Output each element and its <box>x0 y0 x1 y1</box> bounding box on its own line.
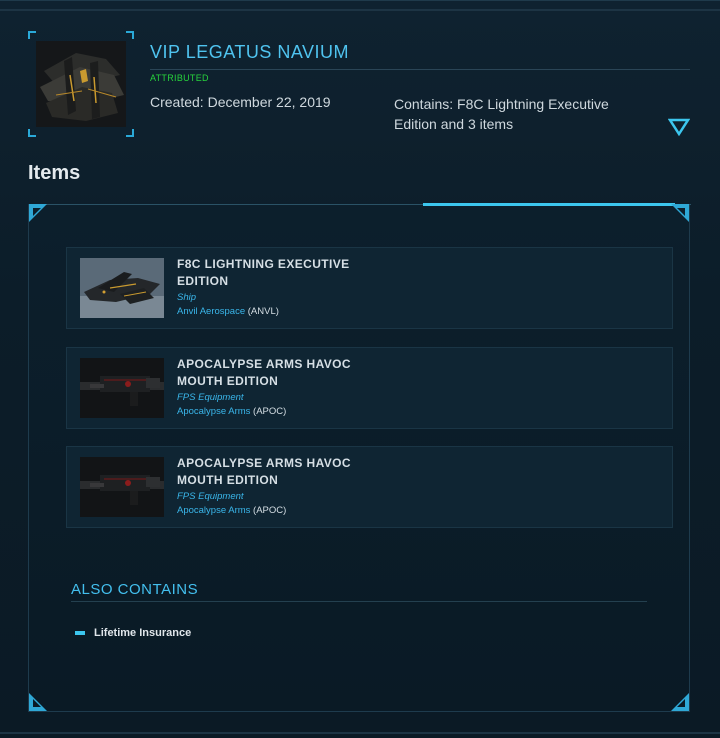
triangle-down-icon <box>667 118 691 137</box>
weapon-icon <box>80 457 164 517</box>
also-contains-divider <box>71 601 647 602</box>
corner-bracket-cutout <box>33 208 41 216</box>
also-contains-label: Lifetime Insurance <box>94 627 192 639</box>
item-card[interactable]: APOCALYPSE ARMS HAVOC MOUTH EDITION FPS … <box>66 347 673 429</box>
top-divider <box>0 9 720 11</box>
created-date: Created: December 22, 2019 <box>150 94 331 110</box>
package-title: VIP LEGATUS NAVIUM <box>150 42 350 62</box>
manufacturer-code: (APOC) <box>253 406 287 417</box>
ship-render-icon <box>36 41 126 127</box>
bottom-divider <box>0 732 720 734</box>
manufacturer-code: (APOC) <box>253 505 287 516</box>
weapon-icon <box>80 358 164 418</box>
item-type: Ship <box>177 292 197 303</box>
corner-bracket-cutout <box>677 208 685 216</box>
item-type: FPS Equipment <box>177 491 244 502</box>
item-type: FPS Equipment <box>177 392 244 403</box>
item-name: F8C LIGHTNING EXECUTIVE EDITION <box>177 257 350 288</box>
ship-icon <box>80 258 164 318</box>
items-heading: Items <box>28 162 81 184</box>
dash-bullet-icon <box>75 631 85 635</box>
package-thumbnail[interactable] <box>28 31 134 137</box>
panel-accent-bar <box>423 203 675 206</box>
manufacturer-name: Apocalypse Arms <box>177 505 251 516</box>
item-manufacturer: Anvil Aerospace (ANVL) <box>177 306 279 317</box>
item-manufacturer: Apocalypse Arms (APOC) <box>177 505 286 516</box>
frame-corner <box>126 31 134 39</box>
manufacturer-code: (ANVL) <box>247 306 279 317</box>
pledge-item-page: VIP LEGATUS NAVIUM ATTRIBUTED Created: D… <box>0 0 720 738</box>
contains-summary: Contains: F8C Lightning Executive Editio… <box>394 96 609 132</box>
collapse-toggle-button[interactable] <box>667 117 691 137</box>
item-card[interactable]: F8C LIGHTNING EXECUTIVE EDITION Ship Anv… <box>66 247 673 329</box>
frame-corner <box>28 31 36 39</box>
also-contains-item: Lifetime Insurance <box>75 627 191 639</box>
manufacturer-name: Apocalypse Arms <box>177 406 251 417</box>
manufacturer-name: Anvil Aerospace <box>177 306 246 317</box>
item-name: APOCALYPSE ARMS HAVOC MOUTH EDITION <box>177 456 351 487</box>
frame-corner <box>126 129 134 137</box>
ship-thumbnail-image <box>36 41 126 127</box>
item-manufacturer: Apocalypse Arms (APOC) <box>177 406 286 417</box>
item-card[interactable]: APOCALYPSE ARMS HAVOC MOUTH EDITION FPS … <box>66 446 673 528</box>
ship-image <box>80 258 164 318</box>
corner-bracket-cutout <box>677 699 685 707</box>
item-name: APOCALYPSE ARMS HAVOC MOUTH EDITION <box>177 357 351 388</box>
weapon-image <box>80 358 164 418</box>
corner-bracket-cutout <box>33 699 41 707</box>
weapon-image <box>80 457 164 517</box>
title-divider <box>150 69 690 70</box>
frame-corner <box>28 129 36 137</box>
also-contains-heading: ALSO CONTAINS <box>71 581 199 598</box>
items-panel: F8C LIGHTNING EXECUTIVE EDITION Ship Anv… <box>28 203 691 712</box>
status-badge: ATTRIBUTED <box>150 73 209 83</box>
